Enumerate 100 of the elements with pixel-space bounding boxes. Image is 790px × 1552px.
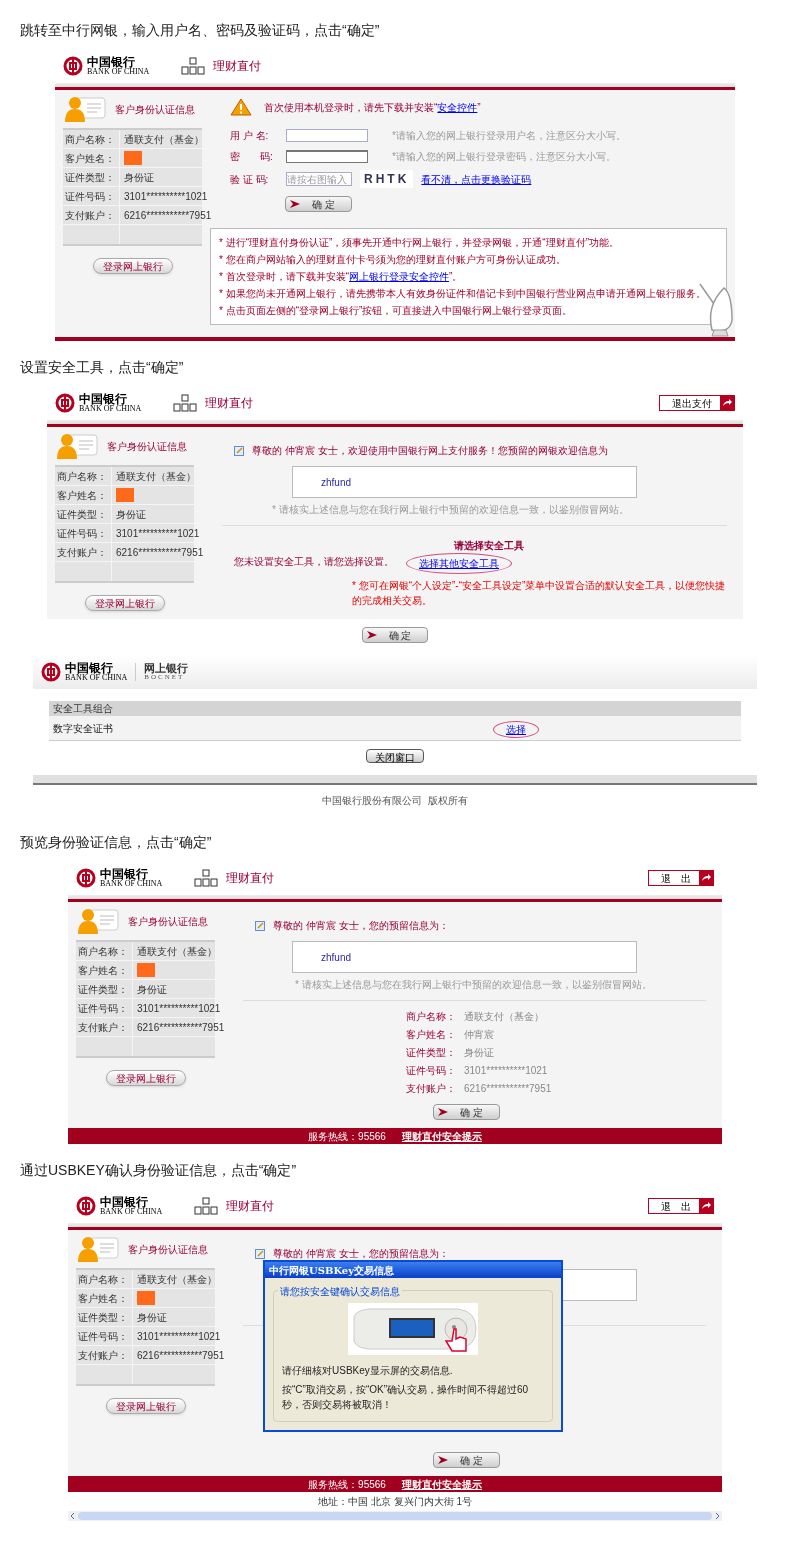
- detail-label: 商户名称：: [405, 1010, 456, 1024]
- arrow-icon: [290, 200, 300, 208]
- product-title: 理财直付: [226, 1198, 275, 1215]
- bank-logo-icon: [76, 868, 96, 888]
- redaction-block: [137, 963, 155, 977]
- confirm-button[interactable]: 确 定: [285, 196, 352, 212]
- captcha-image: RHTK: [360, 170, 414, 188]
- confirm-button[interactable]: 确 定: [361, 627, 429, 643]
- arrow-icon: [366, 631, 377, 639]
- confirm-button[interactable]: 确 定: [433, 1104, 500, 1120]
- exit-button[interactable]: 退 出: [648, 1198, 714, 1214]
- info-label: 客户姓名：: [63, 149, 120, 167]
- exit-button[interactable]: 退 出: [648, 870, 714, 886]
- bank-logo-icon: [76, 1196, 96, 1216]
- info-label: 证件类型：: [63, 168, 120, 186]
- detail-value: 通联支付（基金）: [464, 1010, 544, 1024]
- arrow-icon: [438, 1108, 448, 1116]
- step-caption: 跳转至中行网银，输入用户名、密码及验证码，点击“确定”: [19, 21, 381, 40]
- security-control-link[interactable]: 安全控件: [437, 101, 478, 113]
- logo-english: BANK OF CHINA: [79, 405, 142, 413]
- info-value: 通联支付（基金）: [137, 944, 217, 959]
- password-field[interactable]: [286, 150, 368, 163]
- group-label: 请您按安全键确认交易信息: [278, 1284, 402, 1299]
- product-title: 理财直付: [205, 395, 254, 412]
- info-label: 证件类型：: [76, 1308, 133, 1326]
- field-hint: *请输入您的网上银行登录用户名，注意区分大小写。: [392, 129, 626, 143]
- redaction-block: [116, 488, 134, 502]
- info-label: 证件类型：: [76, 980, 133, 998]
- hotline-text: 服务热线：95566: [308, 1129, 386, 1144]
- refresh-captcha-link[interactable]: 看不清，点击更换验证码: [421, 171, 532, 187]
- info-label: 商户名称：: [76, 1270, 133, 1288]
- user-card-icon: [76, 1234, 120, 1264]
- bank-logo-icon: [63, 56, 83, 76]
- logo-english: BANK OF CHINA: [87, 68, 150, 76]
- info-value: 通联支付（基金）: [116, 469, 196, 484]
- info-label: 证件类型：: [55, 505, 112, 523]
- exit-button[interactable]: 退出支付: [659, 395, 735, 411]
- info-label: 客户姓名：: [55, 486, 112, 504]
- login-bank-button[interactable]: 登录网上银行: [105, 1398, 186, 1414]
- logo-name: 中国银行: [100, 868, 149, 880]
- safety-tips-link[interactable]: 理财直付安全提示: [401, 1128, 482, 1144]
- logo-name: 中国银行: [100, 1196, 149, 1208]
- step-caption: 通过USBKEY确认身份验证信息，点击“确定”: [19, 1161, 298, 1180]
- notice-text: * 点击页面左侧的“登录网上银行”按钮，可直接进入中国银行网上银行登录页面。: [219, 304, 574, 318]
- dialog-text: 请仔细核对USBKey显示屏的交易信息.: [282, 1364, 454, 1378]
- detail-value: 身份证: [464, 1046, 494, 1060]
- info-label: 支付账户：: [63, 206, 120, 224]
- notice-text: * 进行“理财直付身份认证”，须事先开通中行网上银行，并登录网银，开通“理财直付”功能。: [219, 236, 620, 250]
- info-value: 6216***********7951: [137, 1348, 225, 1363]
- info-label: 支付账户：: [76, 1346, 133, 1364]
- detail-label: 客户姓名：: [405, 1028, 456, 1042]
- login-bank-button[interactable]: 登录网上银行: [105, 1070, 186, 1086]
- info-label: 证件号码：: [76, 1327, 133, 1345]
- note-icon: [234, 445, 244, 456]
- login-bank-button[interactable]: 登录网上银行: [84, 595, 165, 611]
- field-label: 验 证 码:: [230, 172, 270, 187]
- warning-icon: [230, 98, 252, 116]
- sidebar-heading: 客户身份认证信息: [115, 102, 195, 117]
- tool-heading: 请选择安全工具: [454, 539, 524, 553]
- detail-label: 支付账户：: [405, 1082, 456, 1096]
- greeting-text: 尊敬的 仲宵宸 女士，您的预留信息为：: [273, 1247, 449, 1261]
- detail-label: 证件号码：: [405, 1064, 456, 1078]
- logo-english: BANK OF CHINA: [100, 880, 163, 888]
- note-icon: [255, 920, 265, 931]
- warning-text: 首次使用本机登录时，请先下载并安装“安全控件”: [264, 100, 481, 115]
- note-icon: [255, 1248, 265, 1259]
- info-value: 3101**********1021: [116, 526, 200, 541]
- table-heading: 安全工具组合: [49, 701, 741, 716]
- notice-text: * 您在商户网站输入的理财直付卡号须为您的理财直付账户方可身份认证成功。: [219, 253, 567, 267]
- copyright-text: 中国银行股份有限公司 版权所有: [322, 794, 468, 808]
- info-label: 商户名称：: [55, 467, 112, 485]
- login-bank-button[interactable]: 登录网上银行: [92, 258, 173, 274]
- tool-prompt: 您未设置安全工具，请您选择设置。: [234, 555, 394, 569]
- product-title: 理财直付: [226, 870, 275, 887]
- info-label: 证件号码：: [63, 187, 120, 205]
- hotline-text: 服务热线：95566: [308, 1477, 386, 1492]
- close-window-button[interactable]: 关闭窗口: [366, 749, 424, 763]
- blocks-icon: [181, 57, 206, 75]
- info-label: 证件号码：: [55, 524, 112, 542]
- user-card-icon: [76, 906, 120, 936]
- info-value: 6216***********7951: [116, 545, 204, 560]
- safety-tips-link[interactable]: 理财直付安全提示: [401, 1476, 482, 1492]
- step-caption: 设置安全工具，点击“确定”: [19, 358, 185, 377]
- username-field[interactable]: [286, 129, 368, 142]
- field-label: 用 户 名:: [230, 129, 270, 143]
- blocks-icon: [194, 1197, 219, 1215]
- confirm-button[interactable]: 确 定: [433, 1452, 500, 1468]
- logo-english: BANK OF CHINA: [65, 674, 128, 682]
- info-label: 客户姓名：: [76, 961, 133, 979]
- notice-text: * 如果您尚未开通网上银行，请先携带本人有效身份证件和借记卡到中国银行营业网点申请开通网上银行服务。: [219, 287, 707, 301]
- redaction-block: [137, 1291, 155, 1305]
- info-value: 3101**********1021: [137, 1329, 221, 1344]
- info-value: 身份证: [137, 982, 167, 997]
- product-title: 理财直付: [213, 58, 262, 75]
- captcha-field[interactable]: 请按右图输入: [286, 172, 352, 186]
- redaction-block: [124, 151, 142, 165]
- info-label: 支付账户：: [76, 1018, 133, 1036]
- detail-label: 证件类型：: [405, 1046, 456, 1060]
- bank-logo-icon: [55, 393, 75, 413]
- download-control-link[interactable]: 网上银行登录安全控件: [349, 271, 449, 282]
